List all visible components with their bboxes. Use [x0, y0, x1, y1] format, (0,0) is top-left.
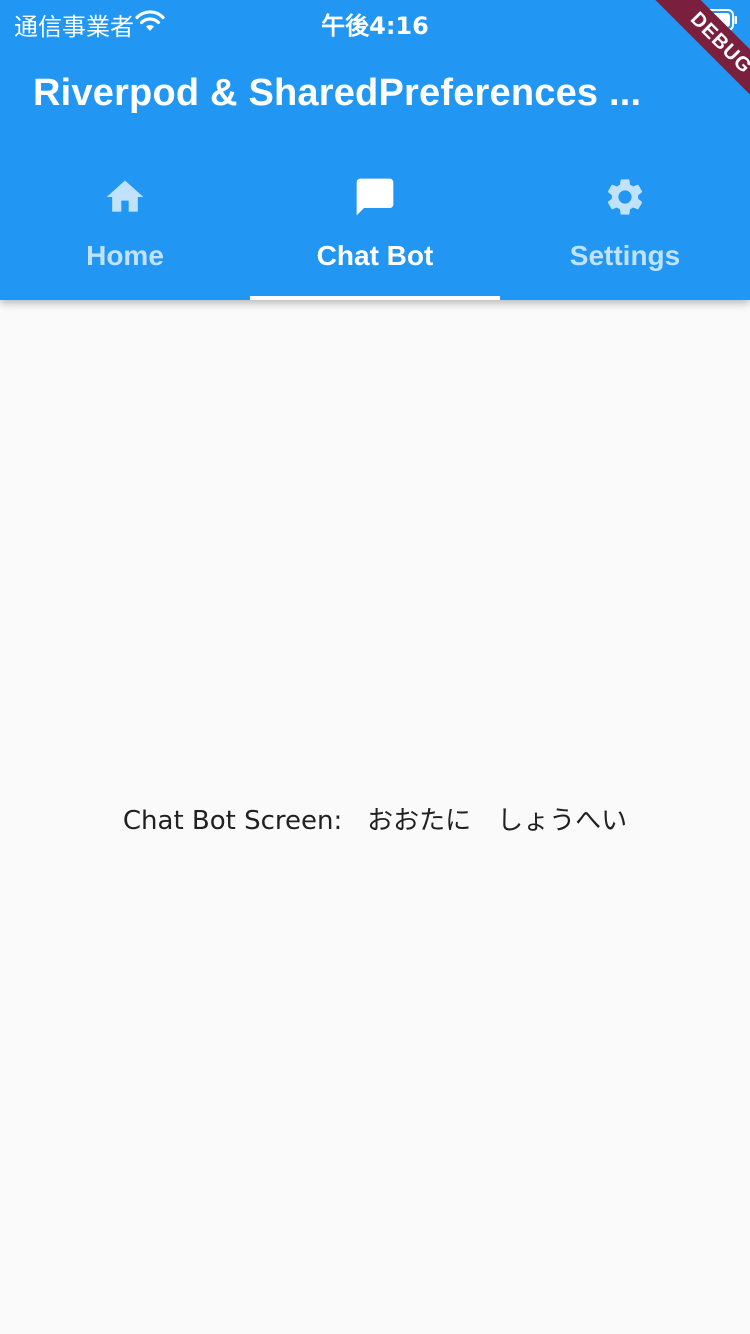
tab-home-label: Home: [86, 240, 164, 271]
tab-chat-bot-label: Chat Bot: [316, 240, 434, 271]
gear-icon: [603, 175, 647, 219]
chat-bot-screen-text: Chat Bot Screen: おおたに しょうへい: [122, 806, 628, 836]
status-time: 午後4:16: [321, 12, 429, 40]
tab-bar: Home Chat Bot Settings: [0, 150, 750, 300]
tab-home[interactable]: Home: [0, 150, 250, 300]
battery-icon: [690, 9, 738, 31]
status-bar: 通信事業者 午後4:16: [0, 0, 750, 41]
app-title: Riverpod & SharedPreferences ...: [33, 72, 642, 114]
tab-settings-label: Settings: [569, 240, 681, 271]
home-icon: [103, 175, 147, 219]
tab-settings[interactable]: Settings: [500, 150, 750, 300]
tab-chat-bot[interactable]: Chat Bot: [250, 150, 500, 300]
app-bar: 通信事業者 午後4:16 Riverpod & SharedPreference…: [0, 0, 750, 300]
tab-indicator: [250, 296, 500, 300]
chat-bubble-icon: [353, 175, 397, 219]
app-screen: 通信事業者 午後4:16 Riverpod & SharedPreference…: [0, 0, 750, 1334]
